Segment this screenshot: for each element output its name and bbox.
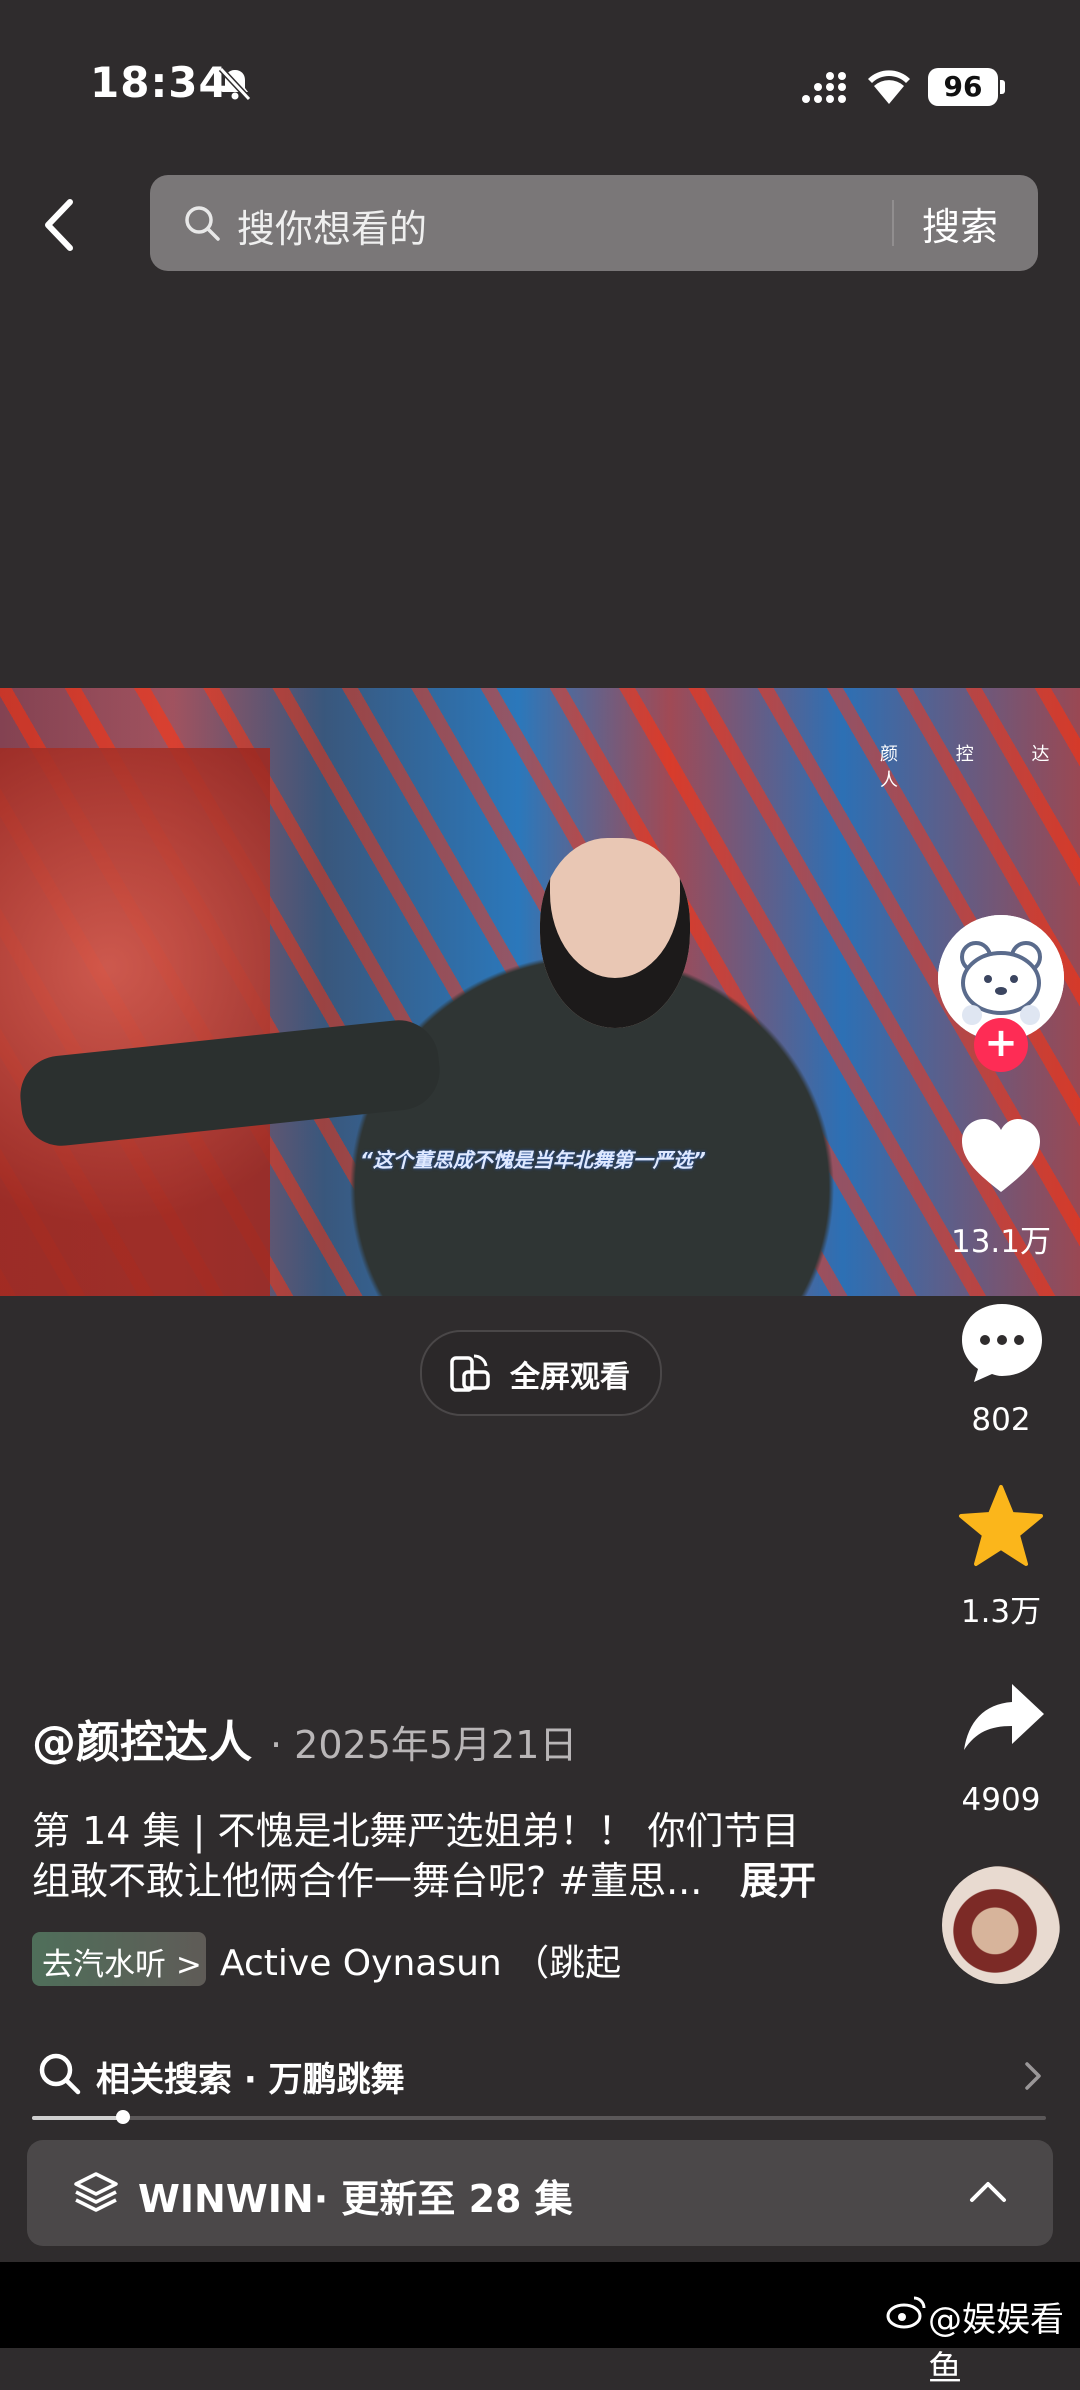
search-button[interactable]: 搜索 [922,196,998,251]
related-search-icon [39,2053,81,2095]
star-icon[interactable] [958,1484,1044,1568]
watermark-credit: @娱娱看鱼 [928,2300,1064,2389]
search-icon [185,206,220,241]
search-divider [892,200,894,246]
share-count: 4909 [961,1782,1041,1818]
back-button[interactable] [30,190,90,260]
search-placeholder: 搜你想看的 [237,207,428,251]
status-time: 18:34 [90,58,229,107]
related-search-label[interactable]: 相关搜索 · 万鹏跳舞 [96,2052,405,2101]
video-dancer-head [540,838,690,1028]
video-caption: “这个董思成不愧是当年北舞第一严选” [360,1148,706,1172]
music-app-chip-label: 去汽水听 > [42,1947,202,1983]
author-name[interactable]: @颜控达人 [32,1706,252,1770]
description-line-1: 第 14 集 | 不愧是北舞严选姐弟！！ 你们节目 [32,1809,800,1853]
chevron-up-icon[interactable] [966,2176,1010,2206]
music-track[interactable]: Active Oynasun （跳起 [220,1934,660,1994]
chevron-right-icon[interactable] [1018,2058,1048,2094]
progress-fill [32,2116,124,2120]
weibo-icon [886,2296,926,2329]
follow-button[interactable]: + [974,1018,1028,1072]
layers-icon [74,2172,118,2212]
favorite-count: 1.3万 [960,1594,1042,1630]
description-line-2: 组敢不敢让他俩合作一舞台呢? #董思... [32,1859,703,1903]
share-icon[interactable] [962,1682,1046,1752]
music-disc[interactable] [942,1866,1060,1984]
wifi-icon [868,70,910,104]
heart-icon[interactable] [958,1116,1044,1196]
comment-icon[interactable] [958,1300,1046,1386]
battery-level: 96 [928,68,998,106]
signal-icon [802,72,846,103]
progress-thumb[interactable] [116,2110,131,2124]
rotate-screen-icon [450,1354,490,1392]
progress-track[interactable] [32,2116,1046,2120]
battery-nub [1000,80,1005,94]
bell-muted-icon [218,66,252,102]
comment-count: 802 [971,1402,1031,1438]
like-count: 13.1万 [950,1224,1052,1260]
post-date: · 2025年5月21日 [270,1723,578,1767]
expand-button[interactable]: 展开 [740,1850,816,1905]
series-label: WINWIN· 更新至 28 集 [138,2177,573,2221]
fullscreen-label: 全屏观看 [510,1360,630,1395]
video-watermark: 颜 控 达 人 [880,744,1076,791]
